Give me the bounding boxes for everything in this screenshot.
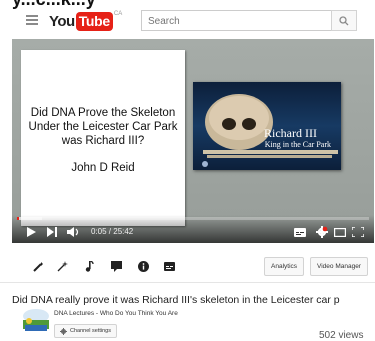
music-note-icon	[85, 261, 94, 272]
youtube-logo[interactable]: You Tube CA	[49, 10, 122, 32]
info-button[interactable]	[138, 261, 149, 272]
search-input[interactable]	[142, 12, 332, 31]
captions-icon	[294, 227, 306, 237]
search-button[interactable]	[331, 10, 357, 31]
search-icon	[339, 15, 349, 25]
sparkle-wand-icon	[57, 261, 68, 272]
magic-wand-icon	[33, 262, 43, 272]
speech-bubble-icon	[111, 261, 122, 272]
next-button[interactable]	[47, 226, 57, 238]
analytics-button[interactable]: Analytics	[264, 257, 305, 276]
avatar-image	[21, 307, 51, 337]
settings-button[interactable]	[316, 226, 328, 238]
youtube-watch-page: y...c...k...y You Tube CA Did DNA Prove …	[0, 0, 375, 341]
masthead: You Tube CA	[0, 8, 375, 34]
effects-button[interactable]	[57, 261, 68, 272]
creator-toolbar: Analytics Video Manager	[0, 245, 375, 283]
logo-country-code: CA	[113, 11, 123, 17]
photo-caption-title: Richard III	[264, 126, 317, 140]
theater-button[interactable]	[334, 226, 346, 238]
fullscreen-button[interactable]	[352, 226, 364, 238]
logo-you-text: You	[49, 12, 75, 30]
captions-button[interactable]	[294, 226, 306, 238]
time-display: 0:05 / 25:42	[91, 227, 134, 236]
info-icon	[138, 261, 149, 272]
channel-name[interactable]: DNA Lectures - Who Do You Think You Are	[54, 310, 178, 317]
gear-icon	[316, 226, 328, 238]
slide-title: Did DNA Prove the Skeleton Under the Lei…	[28, 107, 178, 147]
progress-loaded	[17, 217, 42, 220]
volume-button[interactable]	[67, 226, 80, 238]
progress-played	[17, 217, 19, 220]
next-icon	[47, 227, 57, 237]
enhancements-button[interactable]	[33, 261, 44, 272]
audio-button[interactable]	[84, 261, 95, 272]
video-player[interactable]: Did DNA Prove the Skeleton Under the Lei…	[12, 39, 374, 243]
subtitles-icon	[164, 262, 175, 271]
play-icon	[26, 227, 36, 237]
video-manager-button[interactable]: Video Manager	[310, 257, 368, 276]
channel-settings-label: Channel settings	[70, 328, 111, 334]
logo-tube-text: Tube	[75, 11, 113, 31]
channel-settings-button[interactable]: Channel settings	[54, 324, 117, 338]
play-button[interactable]	[26, 226, 36, 238]
slide-author: John D Reid	[71, 162, 135, 174]
video-title: Did DNA really prove it was Richard III'…	[12, 294, 340, 306]
photo-caption-subtitle: King in the Car Park	[264, 140, 331, 149]
annotations-button[interactable]	[111, 261, 122, 272]
channel-avatar[interactable]	[21, 307, 51, 337]
progress-bar[interactable]	[17, 217, 369, 220]
search-box	[141, 10, 357, 31]
fullscreen-icon	[352, 227, 364, 237]
title-card: Did DNA Prove the Skeleton Under the Lei…	[21, 50, 185, 226]
volume-icon	[67, 227, 79, 237]
richard-iii-image: Richard III King in the Car Park	[193, 82, 341, 170]
view-count: 502 views	[319, 330, 364, 341]
theater-icon	[334, 227, 346, 237]
menu-icon[interactable]	[26, 15, 38, 25]
subtitles-button[interactable]	[164, 261, 175, 272]
gear-icon	[60, 327, 67, 335]
